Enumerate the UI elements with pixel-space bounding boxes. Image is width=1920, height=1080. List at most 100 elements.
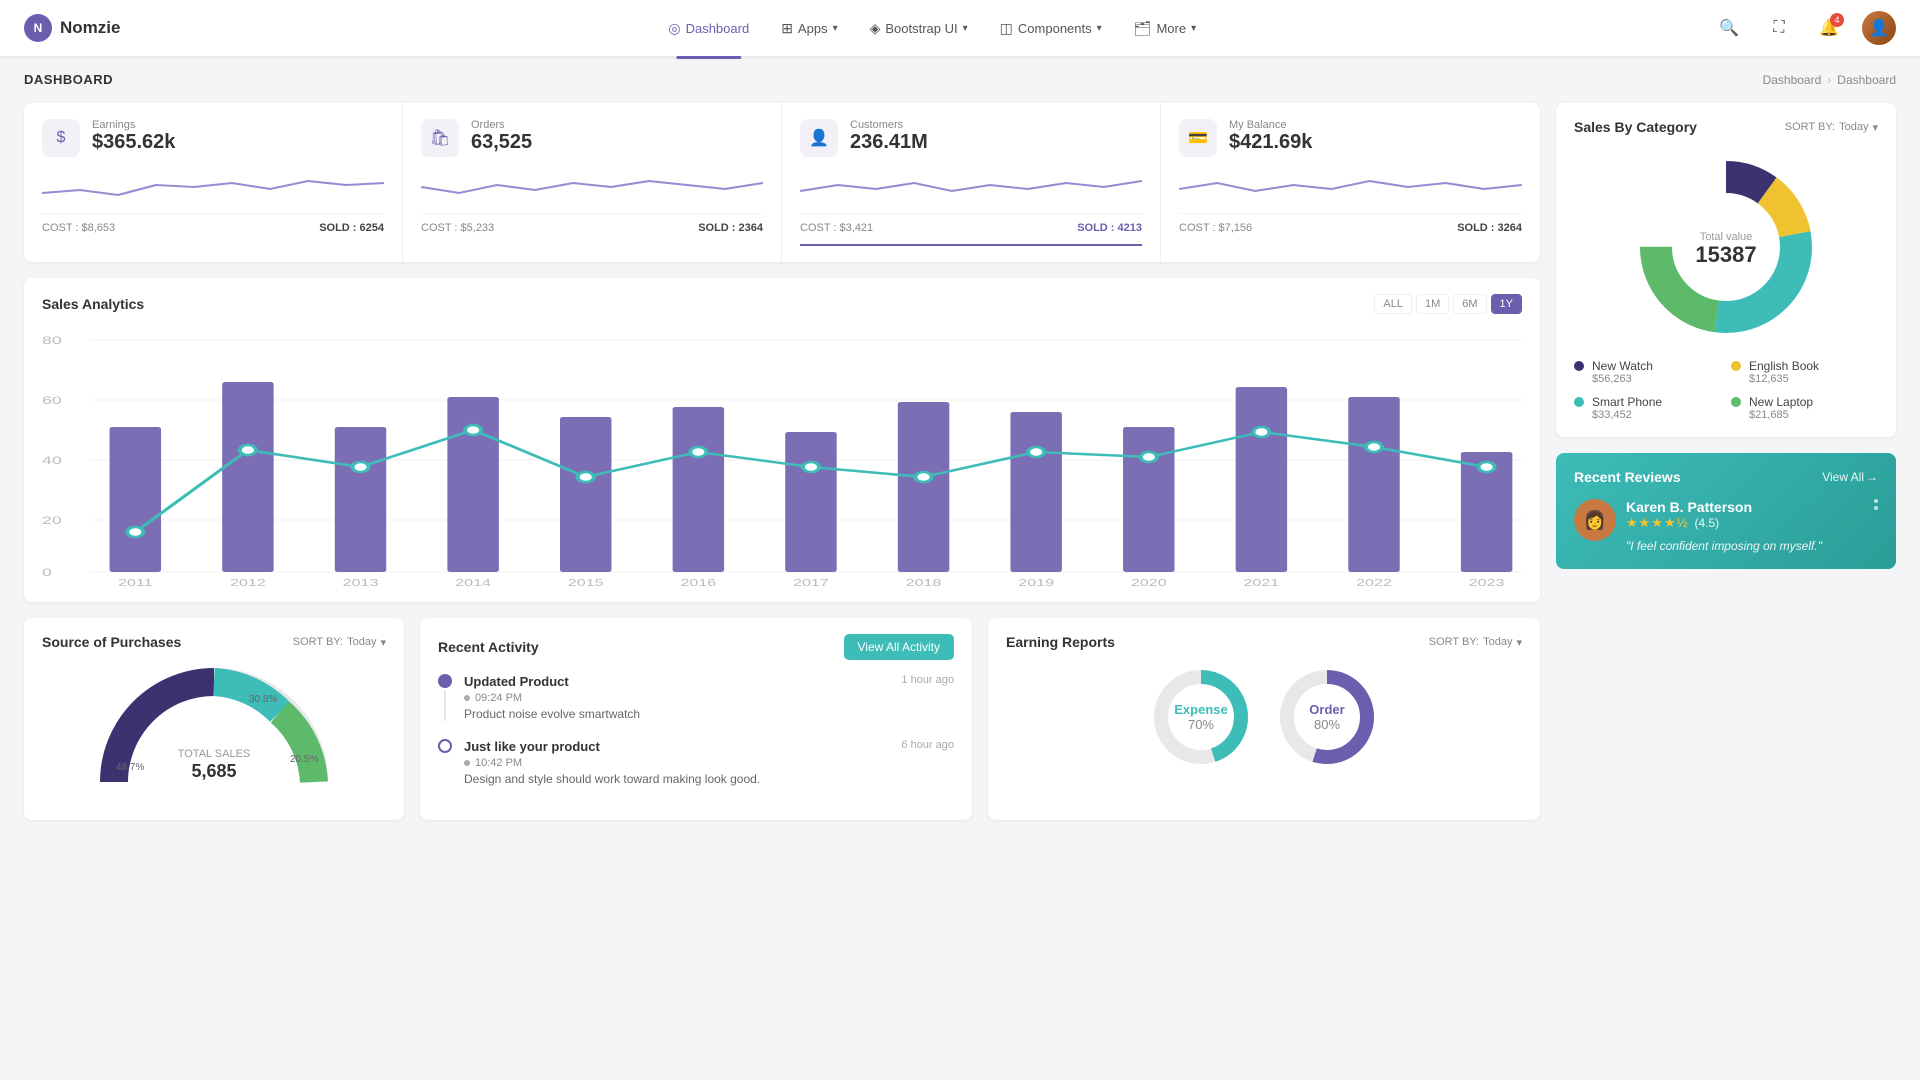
reviewer: 👩 Karen B. Patterson ★★★★½ (4.5) "I feel… [1574,499,1878,553]
activity-title-2: Just like your product [464,739,600,754]
svg-text:40: 40 [42,455,62,467]
order-donut: Order 80% [1272,662,1382,772]
fullscreen-icon: ⛶ [1773,19,1784,37]
category-legend: New Watch $56,263 English Book $12,635 [1574,359,1878,421]
nav-components[interactable]: ◫ Components ▾ [986,14,1116,43]
svg-text:TOTAL SALES: TOTAL SALES [178,748,251,760]
legend-dot-laptop [1731,397,1741,407]
earning-sort[interactable]: SORT BY: Today ▾ [1429,636,1522,649]
reviewer-details: Karen B. Patterson ★★★★½ (4.5) "I feel c… [1626,499,1864,553]
user-avatar[interactable]: 👤 [1862,11,1896,45]
nav-more[interactable]: 🗂 More ▾ [1120,14,1210,43]
view-all-activity-button[interactable]: View All Activity [844,634,954,660]
brand-icon: N [24,14,52,42]
source-title: Source of Purchases [42,634,181,650]
review-rating: (4.5) [1694,516,1719,530]
category-sort-chevron: ▾ [1872,121,1878,134]
orders-sold: SOLD : 2364 [698,222,763,234]
customers-chart [800,165,1142,205]
source-sort-label: SORT BY: [293,636,343,648]
svg-text:2020: 2020 [1131,577,1167,586]
bootstrap-chevron: ▾ [963,23,968,34]
svg-text:2018: 2018 [906,577,942,586]
brand[interactable]: N Nomzie [24,14,120,42]
earnings-icon: $ [42,119,80,157]
activity-sub-1: 09:24 PM [464,692,954,704]
nav-more-label: More [1156,21,1186,36]
source-sort-chevron: ▾ [380,636,386,649]
view-all-arrow: → [1866,470,1878,484]
fullscreen-button[interactable]: ⛶ [1762,11,1796,45]
earnings-chart [42,165,384,205]
legend-value-watch: $56,263 [1592,373,1653,385]
category-sort[interactable]: SORT BY: Today ▾ [1785,121,1878,134]
expense-label: Expense 70% [1174,702,1227,732]
expense-donut: Expense 70% [1146,662,1256,772]
main-grid: $ Earnings $365.62k COST : $8,653 SOL [24,103,1896,820]
brand-name: Nomzie [60,18,120,38]
category-card: Sales By Category SORT BY: Today ▾ [1556,103,1896,437]
apps-chevron: ▾ [833,23,838,34]
search-button[interactable]: 🔍 [1712,11,1746,45]
earnings-footer: COST : $8,653 SOLD : 6254 [42,213,384,234]
category-donut: Total value 15387 [1574,147,1878,347]
customers-label: Customers [850,119,928,131]
customers-icon: 👤 [800,119,838,157]
earning-title: Earning Reports [1006,634,1115,650]
legend-value-laptop: $21,685 [1749,409,1813,421]
page-content: DASHBOARD Dashboard › Dashboard $ Earnin… [0,56,1920,836]
filter-all[interactable]: ALL [1374,294,1412,314]
customers-footer: COST : $3,421 SOLD : 4213 [800,213,1142,246]
expense-title: Expense [1174,702,1227,717]
svg-text:2013: 2013 [343,577,379,586]
earnings-cost: COST : $8,653 [42,222,115,234]
more-chevron: ▾ [1191,23,1196,34]
order-label: Order 80% [1309,702,1344,732]
expense-pct: 70% [1174,717,1227,732]
activity-line [444,690,446,721]
filter-6m[interactable]: 6M [1453,294,1486,314]
view-all-label: View All [1822,470,1864,484]
activity-item-2: Just like your product 6 hour ago 10:42 … [438,739,954,786]
stats-row: $ Earnings $365.62k COST : $8,653 SOL [24,103,1540,262]
analytics-title: Sales Analytics [42,296,144,312]
earning-row: Expense 70% Order 8 [1006,662,1522,772]
filter-1y[interactable]: 1Y [1491,294,1522,314]
legend-new-laptop: New Laptop $21,685 [1731,395,1878,421]
orders-chart [421,165,763,205]
apps-icon: ⊞ [781,20,793,37]
nav-bootstrap[interactable]: ◈ Bootstrap UI ▾ [856,14,982,43]
balance-value: $421.69k [1229,131,1312,154]
menu-dot-1 [1874,499,1878,503]
reviews-title: Recent Reviews [1574,469,1681,485]
notification-button[interactable]: 🔔 4 [1812,11,1846,45]
page-title: DASHBOARD [24,72,113,87]
review-menu[interactable] [1874,499,1878,510]
legend-english-book: English Book $12,635 [1731,359,1878,385]
breadcrumb-home: Dashboard [1763,73,1822,87]
category-title: Sales By Category [1574,119,1697,135]
svg-text:0: 0 [42,567,52,579]
activity-content-2: Just like your product 6 hour ago 10:42 … [464,739,954,786]
filter-1m[interactable]: 1M [1416,294,1449,314]
activity-title: Recent Activity [438,639,539,655]
breadcrumb: Dashboard › Dashboard [1763,73,1896,87]
balance-chart [1179,165,1522,205]
activity-sub-dot-1 [464,695,470,701]
nav-dashboard[interactable]: ◎ Dashboard [654,14,763,43]
activity-dot-filled [438,674,452,688]
svg-text:60: 60 [42,395,62,407]
nav-apps[interactable]: ⊞ Apps ▾ [767,14,851,43]
earning-sort-value: Today [1483,636,1512,648]
customers-sold: SOLD : 4213 [1077,222,1142,234]
customers-value: 236.41M [850,131,928,154]
reviews-card: Recent Reviews View All → 👩 Karen B. Pat… [1556,453,1896,569]
activity-item: Updated Product 1 hour ago 09:24 PM Prod… [438,674,954,721]
source-sort[interactable]: SORT BY: Today ▾ [293,636,386,649]
earning-card: Earning Reports SORT BY: Today ▾ [988,618,1540,820]
view-all-reviews[interactable]: View All → [1822,470,1878,484]
earning-sort-label: SORT BY: [1429,636,1479,648]
svg-text:80: 80 [42,335,62,347]
nav-dashboard-label: Dashboard [686,21,750,36]
svg-text:2019: 2019 [1018,577,1054,586]
